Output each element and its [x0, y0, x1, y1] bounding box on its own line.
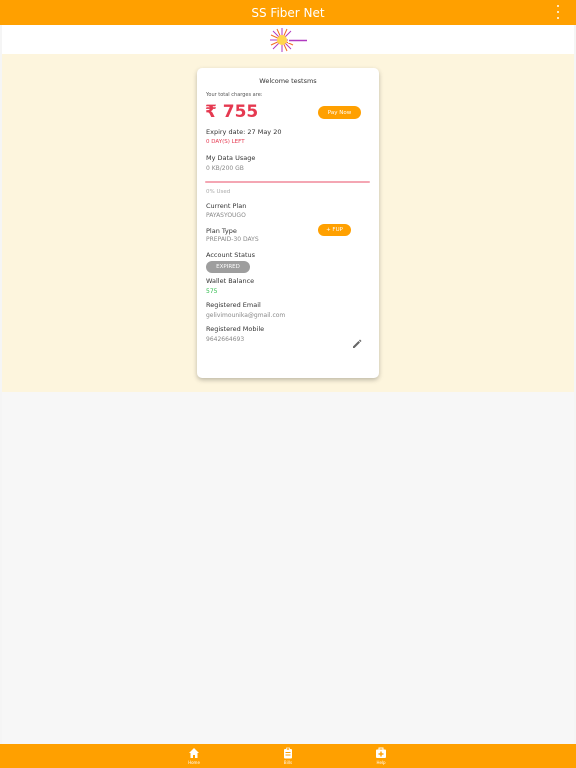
welcome-text: Welcome testsms [259, 77, 317, 85]
registered-email-label: Registered Email [206, 301, 261, 309]
nav-help-label: Help [376, 760, 386, 765]
nav-bills-label: Bills [283, 760, 293, 765]
registered-mobile-value: 9642664693 [206, 336, 245, 343]
help-icon [376, 747, 386, 758]
account-status-label: Account Status [206, 251, 256, 259]
account-status-badge: EXPIRED [206, 261, 250, 273]
plan-type-value: PREPAID-30 DAYS [206, 236, 259, 243]
days-left: 0 DAY(S) LEFT [206, 139, 245, 145]
expiry-date: Expiry date: 27 May 20 [206, 128, 282, 136]
bottom-navigation: Home Bills Help [0, 744, 576, 768]
nav-home[interactable]: Home [179, 747, 209, 768]
logo-bar [2, 25, 574, 54]
ss-fiber-net-logo [266, 27, 310, 53]
data-usage-progress-bar [205, 181, 370, 183]
home-icon [189, 748, 199, 758]
plan-type-label: Plan Type [206, 227, 237, 235]
edit-icon[interactable] [352, 334, 362, 348]
total-amount: ₹ 755 [205, 102, 259, 122]
app-bar: SS Fiber Net [0, 0, 576, 25]
total-charges-label: Your total charges are: [206, 92, 263, 98]
nav-bills[interactable]: Bills [273, 747, 303, 768]
wallet-balance-value: 575 [206, 288, 218, 295]
registered-mobile-label: Registered Mobile [206, 325, 265, 333]
content-background [2, 392, 574, 744]
nav-help[interactable]: Help [366, 747, 396, 768]
more-vert-icon[interactable] [552, 5, 564, 19]
pay-now-button[interactable]: Pay Now [318, 106, 361, 119]
account-summary-card: Welcome testsms Your total charges are: … [197, 68, 379, 378]
nav-home-label: Home [188, 760, 200, 765]
app-title: SS Fiber Net [251, 5, 325, 20]
bills-icon [284, 747, 292, 759]
data-usage-value: 0 KB/200 GB [206, 165, 244, 172]
current-plan-value: PAYASYOUGO [206, 212, 246, 219]
data-usage-label: My Data Usage [206, 154, 256, 162]
current-plan-label: Current Plan [206, 202, 247, 210]
registered-email-value: gelivimounika@gmail.com [206, 312, 286, 319]
fup-button[interactable]: + FUP [318, 224, 351, 236]
wallet-balance-label: Wallet Balance [206, 277, 255, 285]
used-percent: 0% Used [206, 189, 231, 195]
